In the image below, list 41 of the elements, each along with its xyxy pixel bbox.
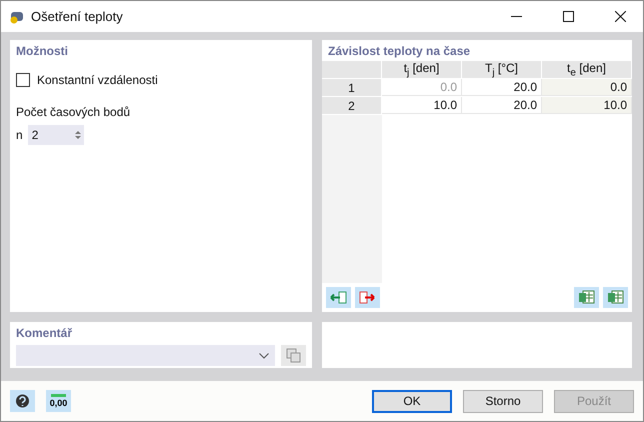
dialog-button[interactable]: Storno [463,390,543,412]
symbol-label: n [16,128,23,142]
window-title: Ošetření teploty [31,9,124,24]
arrow-right-icon [359,291,376,304]
delete-row-button[interactable] [355,287,380,308]
ruler-icon [51,394,66,397]
column-header: T$_{j}$ [°C] [484,60,518,78]
units-button[interactable]: 0,00 [46,390,71,412]
table-cell[interactable]: 10.0 [542,97,632,114]
maximize-icon [562,11,574,22]
export-button[interactable] [574,287,599,308]
chevron-down-icon [259,352,269,358]
column-header: t$_{e}$ [den] [567,60,606,78]
section-title: Závislost teploty na čase [327,43,472,60]
field-label: Počet časových bodů [16,105,130,119]
minimize-icon [510,16,522,17]
import-button[interactable] [603,287,628,308]
checkbox-label: Konstantní vzdálenosti [37,73,158,87]
spin-arrows-icon[interactable] [74,130,81,140]
help-button[interactable] [10,390,35,412]
help-icon [15,394,30,408]
close-icon [614,11,626,22]
dialog-button[interactable]: OK [372,390,452,412]
copy-button[interactable] [281,345,306,366]
row-number: 2 [348,98,355,112]
section-title: Možnosti [15,43,69,60]
spin-field[interactable]: 2 [28,125,84,145]
checkbox[interactable] [16,73,30,87]
column-header: t$_{j}$ [den] [404,60,440,78]
spreadsheet-icon [607,290,624,305]
table-cell[interactable]: 10.0 [382,97,462,114]
arrow-left-icon [330,291,347,304]
row-number: 1 [348,80,355,94]
comment-field[interactable] [16,345,275,366]
section-title: Komentář [15,325,74,342]
spreadsheet-icon [578,290,595,305]
table-cell[interactable]: 20.0 [462,97,542,114]
table-cell[interactable]: 20.0 [462,79,542,96]
insert-row-button[interactable] [326,287,351,308]
copy-icon [286,348,301,363]
table-cell[interactable]: 0.0 [542,79,632,96]
